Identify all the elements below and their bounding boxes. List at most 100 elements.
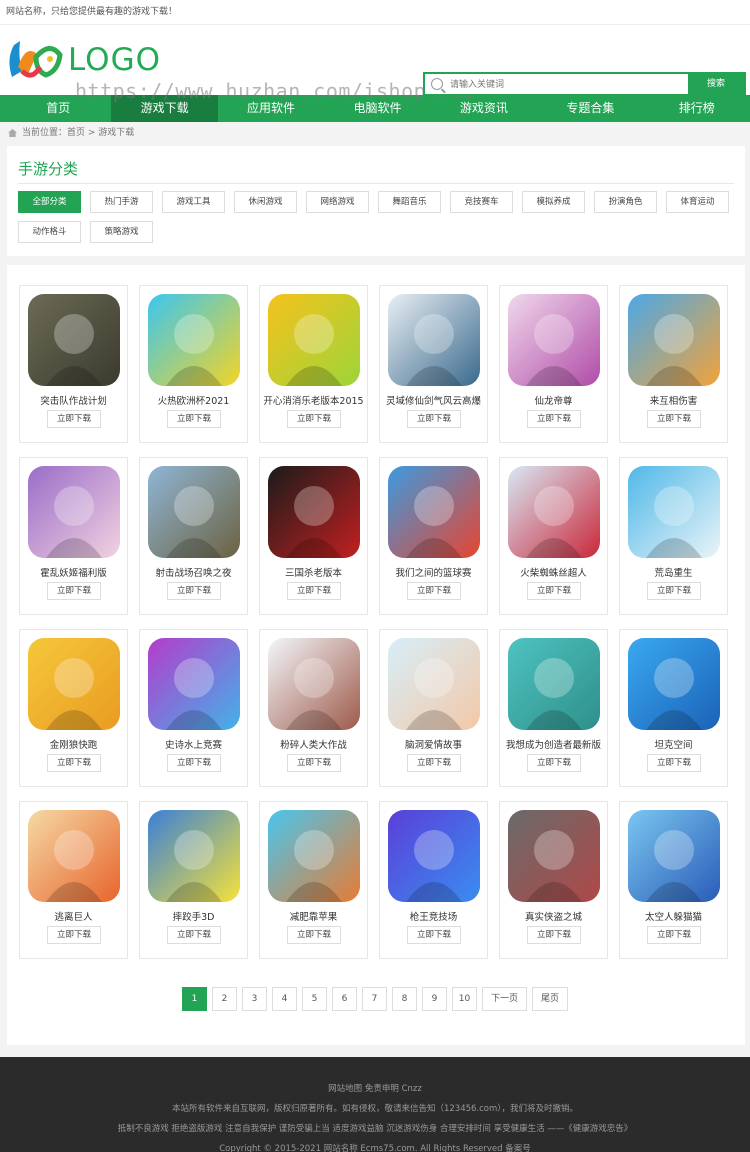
page-link[interactable]: 10 [452, 987, 477, 1011]
download-button[interactable]: 立即下载 [287, 582, 341, 600]
download-button[interactable]: 立即下载 [287, 754, 341, 772]
game-icon[interactable] [28, 638, 120, 730]
game-card[interactable]: 逃离巨人 立即下载 [19, 801, 128, 959]
game-icon[interactable] [148, 466, 240, 558]
game-icon[interactable] [628, 294, 720, 386]
game-name[interactable]: 金刚狼快跑 [20, 737, 127, 751]
game-card[interactable]: 我们之间的篮球赛立即下载 [379, 457, 488, 615]
game-name[interactable]: 霍乱妖姬福利版 [20, 565, 127, 579]
download-button[interactable]: 立即下载 [527, 754, 581, 772]
category-tag[interactable]: 策略游戏 [90, 221, 153, 243]
page-link[interactable]: 4 [272, 987, 297, 1011]
download-button[interactable]: 立即下载 [527, 926, 581, 944]
game-card[interactable]: 金刚狼快跑 立即下载 [19, 629, 128, 787]
game-icon[interactable] [28, 466, 120, 558]
download-button[interactable]: 立即下载 [647, 754, 701, 772]
page-link[interactable]: 7 [362, 987, 387, 1011]
download-button[interactable]: 立即下载 [407, 926, 461, 944]
game-icon[interactable] [148, 294, 240, 386]
game-card[interactable]: 三国杀老版本立即下载 [259, 457, 368, 615]
game-icon[interactable] [388, 638, 480, 730]
game-icon[interactable] [508, 466, 600, 558]
game-name[interactable]: 仙龙帝尊 [500, 393, 607, 407]
download-button[interactable]: 立即下载 [47, 754, 101, 772]
game-name[interactable]: 脑洞爱情故事 [380, 737, 487, 751]
game-name[interactable]: 射击战场召唤之夜 [140, 565, 247, 579]
nav-item-collections[interactable]: 专题合集 [537, 95, 643, 122]
game-name[interactable]: 太空人躲猫猫 [620, 909, 727, 923]
download-button[interactable]: 立即下载 [287, 410, 341, 428]
page-link[interactable]: 1 [182, 987, 207, 1011]
download-button[interactable]: 立即下载 [527, 582, 581, 600]
download-button[interactable]: 立即下载 [407, 582, 461, 600]
download-button[interactable]: 立即下载 [647, 410, 701, 428]
game-card[interactable]: 霍乱妖姬福利版 立即下载 [19, 457, 128, 615]
game-icon[interactable] [28, 810, 120, 902]
game-icon[interactable] [388, 294, 480, 386]
game-card[interactable]: 我想成为创造者最新版立即下载 [499, 629, 608, 787]
download-button[interactable]: 立即下载 [407, 754, 461, 772]
game-icon[interactable] [268, 466, 360, 558]
page-link[interactable]: 2 [212, 987, 237, 1011]
game-name[interactable]: 灵域修仙剑气风云高爆 [380, 393, 487, 407]
game-name[interactable]: 坦克空间 [620, 737, 727, 751]
game-name[interactable]: 枪王竞技场 [380, 909, 487, 923]
game-name[interactable]: 摔跤手3D [140, 909, 247, 923]
game-icon[interactable] [508, 810, 600, 902]
download-button[interactable]: 立即下载 [647, 926, 701, 944]
game-icon[interactable] [388, 810, 480, 902]
download-button[interactable]: 立即下载 [167, 926, 221, 944]
game-name[interactable]: 火柴蜘蛛丝超人 [500, 565, 607, 579]
page-link[interactable]: 3 [242, 987, 267, 1011]
next-page-button[interactable]: 下一页 [482, 987, 528, 1011]
category-tag[interactable]: 体育运动 [666, 191, 729, 213]
category-tag[interactable]: 休闲游戏 [234, 191, 297, 213]
game-name[interactable]: 逃离巨人 [20, 909, 127, 923]
game-name[interactable]: 我们之间的篮球赛 [380, 565, 487, 579]
game-icon[interactable] [268, 810, 360, 902]
game-icon[interactable] [628, 466, 720, 558]
game-name[interactable]: 我想成为创造者最新版 [500, 737, 607, 751]
game-name[interactable]: 真实侠盗之城 [500, 909, 607, 923]
category-tag[interactable]: 舞蹈音乐 [378, 191, 441, 213]
game-card[interactable]: 突击队作战计划 立即下载 [19, 285, 128, 443]
game-icon[interactable] [388, 466, 480, 558]
game-name[interactable]: 减肥靠苹果 [260, 909, 367, 923]
download-button[interactable]: 立即下载 [287, 926, 341, 944]
game-icon[interactable] [268, 294, 360, 386]
game-card[interactable]: 火柴蜘蛛丝超人立即下载 [499, 457, 608, 615]
game-card[interactable]: 真实侠盗之城立即下载 [499, 801, 608, 959]
page-link[interactable]: 5 [302, 987, 327, 1011]
category-tag[interactable]: 扮演角色 [594, 191, 657, 213]
category-tag[interactable]: 网络游戏 [306, 191, 369, 213]
download-button[interactable]: 立即下载 [47, 410, 101, 428]
category-tag[interactable]: 动作格斗 [18, 221, 81, 243]
search-input[interactable] [450, 79, 670, 89]
game-card[interactable]: 荒岛重生 立即下载 [619, 457, 728, 615]
last-page-button[interactable]: 尾页 [532, 987, 569, 1011]
page-link[interactable]: 6 [332, 987, 357, 1011]
download-button[interactable]: 立即下载 [47, 926, 101, 944]
game-card[interactable]: 火热欧洲杯2021 立即下载 [139, 285, 248, 443]
game-name[interactable]: 开心消消乐老版本2015 [260, 393, 367, 407]
game-name[interactable]: 来互相伤害 [620, 393, 727, 407]
game-card[interactable]: 太空人躲猫猫立即下载 [619, 801, 728, 959]
game-name[interactable]: 三国杀老版本 [260, 565, 367, 579]
download-button[interactable]: 立即下载 [167, 754, 221, 772]
game-icon[interactable] [28, 294, 120, 386]
category-tag[interactable]: 热门手游 [90, 191, 153, 213]
game-card[interactable]: 史诗水上竞赛 立即下载 [139, 629, 248, 787]
game-icon[interactable] [148, 638, 240, 730]
game-icon[interactable] [628, 810, 720, 902]
game-card[interactable]: 脑洞爱情故事立即下载 [379, 629, 488, 787]
download-button[interactable]: 立即下载 [527, 410, 581, 428]
game-card[interactable]: 坦克空间 立即下载 [619, 629, 728, 787]
download-button[interactable]: 立即下载 [647, 582, 701, 600]
footer-links[interactable]: 网站地图 免责申明 Cnzz [0, 1079, 750, 1099]
game-icon[interactable] [508, 638, 600, 730]
game-name[interactable]: 荒岛重生 [620, 565, 727, 579]
category-tag[interactable]: 全部分类 [18, 191, 81, 213]
download-button[interactable]: 立即下载 [167, 582, 221, 600]
game-card[interactable]: 摔跤手3D 立即下载 [139, 801, 248, 959]
game-card[interactable]: 灵域修仙剑气风云高爆 立即下载 [379, 285, 488, 443]
